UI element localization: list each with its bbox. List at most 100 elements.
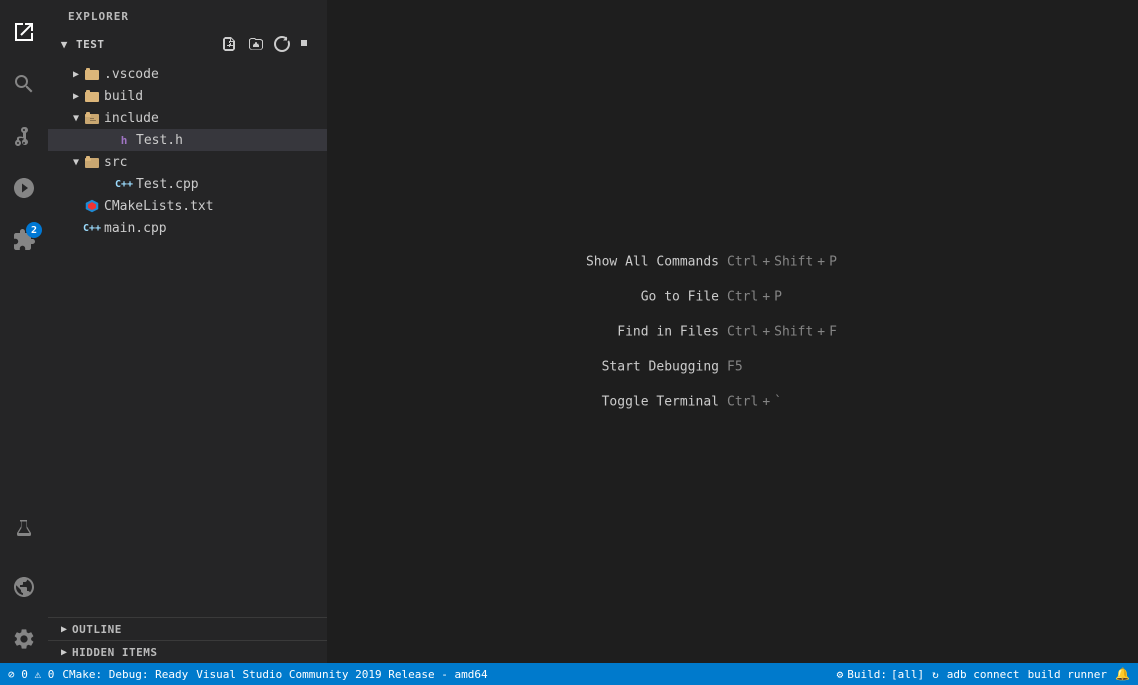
- build-runner-status[interactable]: build runner: [1028, 668, 1107, 681]
- shortcut-go-to-file: Go to File Ctrl + P: [559, 289, 907, 304]
- vs-version-text: Visual Studio Community 2019 Release - a…: [196, 668, 487, 681]
- sidebar-toolbar: ▼ TEST: [48, 29, 327, 59]
- test-cpp-item[interactable]: ▶ C++ Test.cpp: [48, 173, 327, 195]
- main-cpp-item[interactable]: ▶ C++ main.cpp: [48, 217, 327, 239]
- key-shift-3: Shift: [774, 324, 813, 339]
- key-p: P: [829, 254, 837, 269]
- status-left: ⊘ 0 ⚠ 0 CMake: Debug: Ready Visual Studi…: [8, 668, 488, 681]
- vscode-chevron: ▶: [68, 66, 84, 82]
- key-f5: F5: [727, 359, 743, 374]
- new-file-btn[interactable]: [219, 33, 241, 55]
- extensions-badge: 2: [26, 222, 42, 238]
- new-folder-btn[interactable]: [245, 33, 267, 55]
- status-right: ⚙ Build: [all] ↻ adb connect build runne…: [837, 667, 1130, 681]
- key-ctrl-2: Ctrl: [727, 289, 758, 304]
- source-control-icon[interactable]: [0, 112, 48, 160]
- include-folder-item[interactable]: ▼ include: [48, 107, 327, 129]
- build-folder-label: build: [104, 89, 143, 104]
- outline-label: OUTLINE: [72, 623, 122, 636]
- runner-text: build runner: [1028, 668, 1107, 681]
- toggle-terminal-keys: Ctrl + `: [727, 394, 907, 409]
- cmakelists-icon: [84, 198, 100, 214]
- bell-status[interactable]: 🔔: [1115, 667, 1130, 681]
- go-to-file-keys: Ctrl + P: [727, 289, 907, 304]
- main-area: Show All Commands Ctrl + Shift + P Go to…: [328, 0, 1138, 663]
- outline-section-header[interactable]: ▶ OUTLINE: [48, 618, 327, 640]
- src-folder-label: src: [104, 155, 127, 170]
- key-ctrl-5: Ctrl: [727, 394, 758, 409]
- build-chevron: ▶: [68, 88, 84, 104]
- cmake-status[interactable]: CMake: Debug: Ready: [62, 668, 188, 681]
- sync-status[interactable]: ↻: [932, 668, 939, 681]
- cmakelists-label: CMakeLists.txt: [104, 199, 214, 214]
- shortcut-start-debug: Start Debugging F5: [559, 359, 907, 374]
- settings-icon[interactable]: [0, 615, 48, 663]
- cmake-text: CMake: Debug: Ready: [62, 668, 188, 681]
- build-text: Build:: [847, 668, 887, 681]
- vscode-folder-item[interactable]: ▶ .vscode: [48, 63, 327, 85]
- key-backtick: `: [774, 394, 782, 409]
- build-target: [all]: [891, 668, 924, 681]
- src-folder-item[interactable]: ▼ src: [48, 151, 327, 173]
- test-h-icon: h: [116, 132, 132, 148]
- sidebar-header: EXPLORER: [48, 0, 327, 29]
- find-in-files-keys: Ctrl + Shift + F: [727, 324, 907, 339]
- outline-chevron: ▶: [56, 621, 72, 637]
- file-tree: ▶ .vscode ▶ build ▼ include: [48, 59, 327, 617]
- show-commands-label: Show All Commands: [559, 254, 719, 269]
- include-chevron: ▼: [68, 110, 84, 126]
- test-folder-chevron[interactable]: ▼: [56, 36, 72, 52]
- start-debug-label: Start Debugging: [559, 359, 719, 374]
- build-folder-item[interactable]: ▶ build: [48, 85, 327, 107]
- test-h-label: Test.h: [136, 133, 183, 148]
- explorer-icon[interactable]: [0, 8, 48, 56]
- src-folder-icon: [84, 154, 100, 170]
- include-folder-icon: [84, 110, 100, 126]
- start-debug-keys: F5: [727, 359, 907, 374]
- shortcut-show-commands: Show All Commands Ctrl + Shift + P: [559, 254, 907, 269]
- key-shift-1: Shift: [774, 254, 813, 269]
- gear-build-status[interactable]: ⚙ Build: [all]: [837, 668, 925, 681]
- debug-icon[interactable]: [0, 164, 48, 212]
- shortcuts-overlay: Show All Commands Ctrl + Shift + P Go to…: [559, 254, 907, 409]
- toggle-terminal-label: Toggle Terminal: [559, 394, 719, 409]
- cmakelists-item[interactable]: ▶ CMakeLists.txt: [48, 195, 327, 217]
- key-ctrl-1: Ctrl: [727, 254, 758, 269]
- bell-icon: 🔔: [1115, 667, 1130, 681]
- shortcut-toggle-terminal: Toggle Terminal Ctrl + `: [559, 394, 907, 409]
- build-folder-icon: [84, 88, 100, 104]
- status-bar: ⊘ 0 ⚠ 0 CMake: Debug: Ready Visual Studi…: [0, 663, 1138, 685]
- gear-icon-status: ⚙: [837, 668, 844, 681]
- key-f: F: [829, 324, 837, 339]
- hidden-items-section-header[interactable]: ▶ HIDDEN ITEMS: [48, 641, 327, 663]
- activity-bar: 2: [0, 0, 48, 663]
- flask-icon[interactable]: [0, 507, 48, 555]
- key-p-2: P: [774, 289, 782, 304]
- extensions-icon[interactable]: 2: [0, 216, 48, 264]
- adb-connect-status[interactable]: adb connect: [947, 668, 1020, 681]
- sync-icon: ↻: [932, 668, 939, 681]
- hidden-items-section: ▶ HIDDEN ITEMS: [48, 640, 327, 663]
- test-h-item[interactable]: ▶ h Test.h: [48, 129, 327, 151]
- test-cpp-icon: C++: [116, 176, 132, 192]
- hidden-chevron: ▶: [56, 644, 72, 660]
- errors-warnings-status[interactable]: ⊘ 0 ⚠ 0: [8, 668, 54, 681]
- outline-section: ▶ OUTLINE: [48, 617, 327, 640]
- include-folder-label: include: [104, 111, 159, 126]
- main-cpp-icon: C++: [84, 220, 100, 236]
- search-icon[interactable]: [0, 60, 48, 108]
- refresh-btn[interactable]: [271, 33, 293, 55]
- vscode-folder-label: .vscode: [104, 67, 159, 82]
- vscode-folder-icon: [84, 66, 100, 82]
- vs-version-status[interactable]: Visual Studio Community 2019 Release - a…: [196, 668, 487, 681]
- shortcut-find-in-files: Find in Files Ctrl + Shift + F: [559, 324, 907, 339]
- test-cpp-label: Test.cpp: [136, 177, 199, 192]
- show-commands-keys: Ctrl + Shift + P: [727, 254, 907, 269]
- sidebar: EXPLORER ▼ TEST: [48, 0, 328, 663]
- find-in-files-label: Find in Files: [559, 324, 719, 339]
- adb-text: adb connect: [947, 668, 1020, 681]
- remote-icon[interactable]: [0, 563, 48, 611]
- collapse-btn[interactable]: [297, 33, 319, 55]
- main-cpp-label: main.cpp: [104, 221, 167, 236]
- go-to-file-label: Go to File: [559, 289, 719, 304]
